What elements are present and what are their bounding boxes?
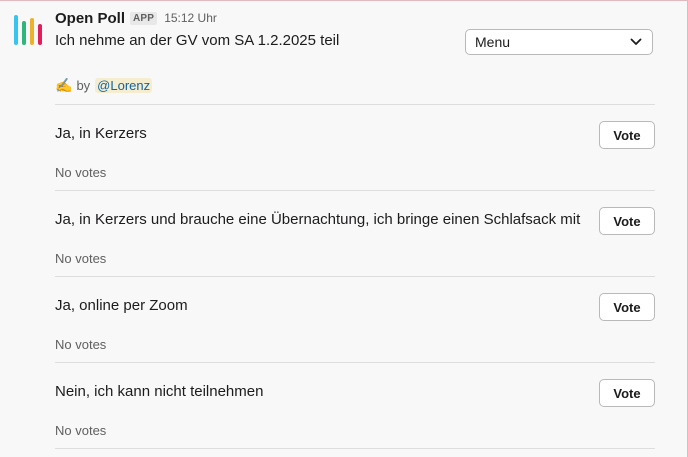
author-by-text: by (76, 77, 91, 93)
vote-button[interactable]: Vote (599, 121, 655, 149)
option-label: Ja, in Kerzers und brauche eine Übernach… (55, 211, 581, 228)
menu-select[interactable]: Menu (465, 29, 653, 55)
author-line: ✍️ by @Lorenz (55, 75, 655, 95)
menu-select-value: Menu (475, 34, 511, 50)
message-header: Open Poll APP 15:12 Uhr (55, 7, 655, 29)
open-poll-app-icon[interactable] (13, 11, 45, 47)
option-label: Nein, ich kann nicht teilnehmen (55, 383, 264, 400)
option-vote-count: No votes (55, 337, 107, 352)
poll-option: Ja, in Kerzers und brauche eine Übernach… (55, 190, 655, 276)
message-frame: Open Poll APP 15:12 Uhr Ich nehme an der… (0, 0, 688, 457)
message-content: Open Poll APP 15:12 Uhr Ich nehme an der… (55, 7, 655, 449)
option-vote-count: No votes (55, 423, 107, 438)
poll-option: Nein, ich kann nicht teilnehmen Vote No … (55, 362, 655, 448)
vote-button[interactable]: Vote (599, 207, 655, 235)
writing-hand-icon: ✍️ (55, 76, 73, 93)
app-name[interactable]: Open Poll (55, 10, 125, 27)
vote-button[interactable]: Vote (599, 379, 655, 407)
vote-button[interactable]: Vote (599, 293, 655, 321)
app-badge: APP (130, 11, 158, 25)
option-label: Ja, in Kerzers (55, 125, 147, 142)
timestamp[interactable]: 15:12 Uhr (164, 11, 217, 25)
poll-option: Ja, in Kerzers Vote No votes (55, 104, 655, 190)
poll-options: Ja, in Kerzers Vote No votes Ja, in Kerz… (55, 104, 655, 449)
poll-option: Ja, online per Zoom Vote No votes (55, 276, 655, 362)
option-vote-count: No votes (55, 251, 107, 266)
divider (55, 448, 655, 449)
author-mention[interactable]: @Lorenz (95, 77, 153, 93)
chevron-down-icon (630, 38, 642, 46)
option-label: Ja, online per Zoom (55, 297, 188, 314)
option-vote-count: No votes (55, 165, 107, 180)
